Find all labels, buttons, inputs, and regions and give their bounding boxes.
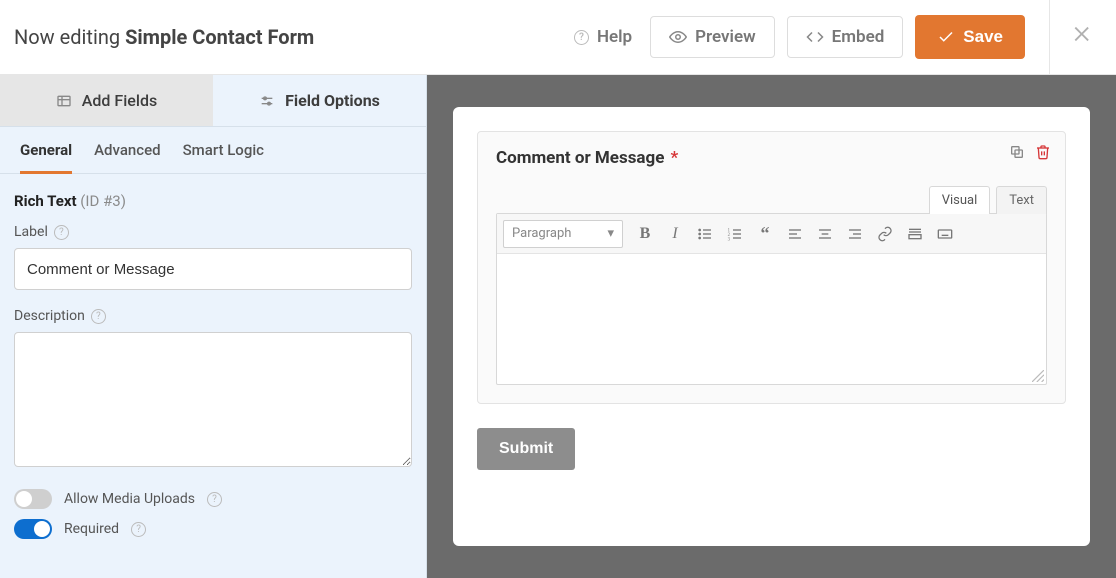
save-button[interactable]: Save: [915, 15, 1025, 59]
trash-icon: [1035, 144, 1051, 160]
copy-icon: [1009, 144, 1025, 160]
link-button[interactable]: [871, 220, 899, 248]
help-icon: ?: [574, 30, 589, 45]
tab-add-fields[interactable]: Add Fields: [0, 75, 213, 126]
editor-body[interactable]: [497, 254, 1046, 384]
options-panel: Rich Text (ID #3) Label ? Description ?: [0, 174, 426, 578]
field-block[interactable]: Comment or Message * Visual Text Paragra…: [477, 131, 1066, 404]
field-type-name: Rich Text: [14, 192, 77, 210]
label-row: Label ?: [14, 224, 412, 290]
embed-label: Embed: [832, 27, 885, 47]
format-select[interactable]: Paragraph ▾: [503, 220, 623, 248]
form-preview-card: Comment or Message * Visual Text Paragra…: [453, 107, 1090, 546]
help-icon[interactable]: ?: [54, 225, 69, 240]
align-left-icon: [787, 226, 803, 242]
code-icon: [806, 28, 824, 46]
italic-button[interactable]: I: [661, 220, 689, 248]
tab-field-options[interactable]: Field Options: [213, 75, 426, 126]
description-text: Description: [14, 308, 85, 324]
close-icon: [1072, 23, 1094, 45]
toolbar-toggle-button[interactable]: [931, 220, 959, 248]
help-icon[interactable]: ?: [131, 522, 146, 537]
description-row: Description ?: [14, 308, 412, 471]
more-icon: [907, 226, 923, 242]
duplicate-button[interactable]: [1009, 144, 1025, 164]
format-select-label: Paragraph: [512, 226, 571, 241]
align-left-button[interactable]: [781, 220, 809, 248]
required-toggle[interactable]: [14, 519, 52, 539]
preview-label: Preview: [695, 27, 756, 47]
help-icon[interactable]: ?: [91, 309, 106, 324]
field-actions: [1009, 144, 1051, 164]
description-input[interactable]: [14, 332, 412, 467]
keyboard-icon: [937, 226, 953, 242]
check-icon: [937, 28, 955, 46]
editing-title: Now editing Simple Contact Form: [14, 25, 314, 49]
bullet-list-button[interactable]: [691, 220, 719, 248]
editor-tab-text[interactable]: Text: [996, 186, 1047, 214]
field-label-text: Comment or Message: [496, 148, 664, 168]
tab-field-options-label: Field Options: [285, 91, 380, 110]
sidebar-tabs: Add Fields Field Options: [0, 75, 426, 127]
field-id: (ID #3): [80, 192, 126, 210]
blockquote-button[interactable]: “: [751, 220, 779, 248]
main: Add Fields Field Options General Advance…: [0, 75, 1116, 578]
subtab-smart-logic[interactable]: Smart Logic: [183, 141, 264, 173]
required-star: *: [670, 148, 678, 168]
top-bar: Now editing Simple Contact Form ? Help P…: [0, 0, 1116, 75]
required-label: Required: [64, 521, 119, 537]
editor-tabs: Visual Text: [496, 186, 1047, 214]
subtab-advanced[interactable]: Advanced: [94, 141, 160, 173]
editor-tab-visual[interactable]: Visual: [929, 186, 991, 214]
help-link[interactable]: ? Help: [568, 21, 638, 53]
required-row: Required ?: [14, 519, 412, 539]
sub-tabs: General Advanced Smart Logic: [0, 127, 426, 174]
tab-add-fields-label: Add Fields: [82, 91, 157, 110]
align-right-button[interactable]: [841, 220, 869, 248]
delete-button[interactable]: [1035, 144, 1051, 164]
editor-box: Paragraph ▾ B I 123 “: [496, 213, 1047, 385]
canvas: Comment or Message * Visual Text Paragra…: [427, 75, 1116, 578]
save-label: Save: [963, 27, 1003, 47]
form-name: Simple Contact Form: [125, 25, 314, 49]
align-right-icon: [847, 226, 863, 242]
list-ul-icon: [697, 226, 713, 242]
svg-text:3: 3: [728, 237, 731, 241]
submit-button[interactable]: Submit: [477, 428, 575, 470]
link-icon: [877, 226, 893, 242]
field-title: Rich Text (ID #3): [14, 192, 412, 210]
media-upload-label: Allow Media Uploads: [64, 491, 195, 507]
media-upload-row: Allow Media Uploads ?: [14, 489, 412, 509]
list-ol-icon: 123: [727, 226, 743, 242]
editing-prefix: Now editing: [14, 25, 120, 49]
eye-icon: [669, 28, 687, 46]
chevron-down-icon: ▾: [607, 226, 614, 241]
divider: [1049, 0, 1050, 75]
bold-button[interactable]: B: [631, 220, 659, 248]
grid-icon: [56, 93, 72, 109]
number-list-button[interactable]: 123: [721, 220, 749, 248]
sliders-icon: [259, 93, 275, 109]
media-upload-toggle[interactable]: [14, 489, 52, 509]
field-label-header: Comment or Message *: [496, 148, 1047, 168]
resize-handle-icon[interactable]: [1032, 370, 1044, 382]
help-icon[interactable]: ?: [207, 492, 222, 507]
description-label: Description ?: [14, 308, 412, 324]
subtab-general[interactable]: General: [20, 141, 72, 174]
preview-button[interactable]: Preview: [650, 16, 775, 58]
embed-button[interactable]: Embed: [787, 16, 904, 58]
sidebar: Add Fields Field Options General Advance…: [0, 75, 427, 578]
align-center-icon: [817, 226, 833, 242]
label-text: Label: [14, 224, 48, 240]
insert-more-button[interactable]: [901, 220, 929, 248]
label-label: Label ?: [14, 224, 412, 240]
label-input[interactable]: [14, 248, 412, 290]
close-button[interactable]: [1064, 22, 1102, 52]
editor-toolbar: Paragraph ▾ B I 123 “: [497, 214, 1046, 254]
help-label: Help: [597, 27, 632, 47]
align-center-button[interactable]: [811, 220, 839, 248]
top-bar-actions: ? Help Preview Embed Save: [568, 0, 1102, 75]
